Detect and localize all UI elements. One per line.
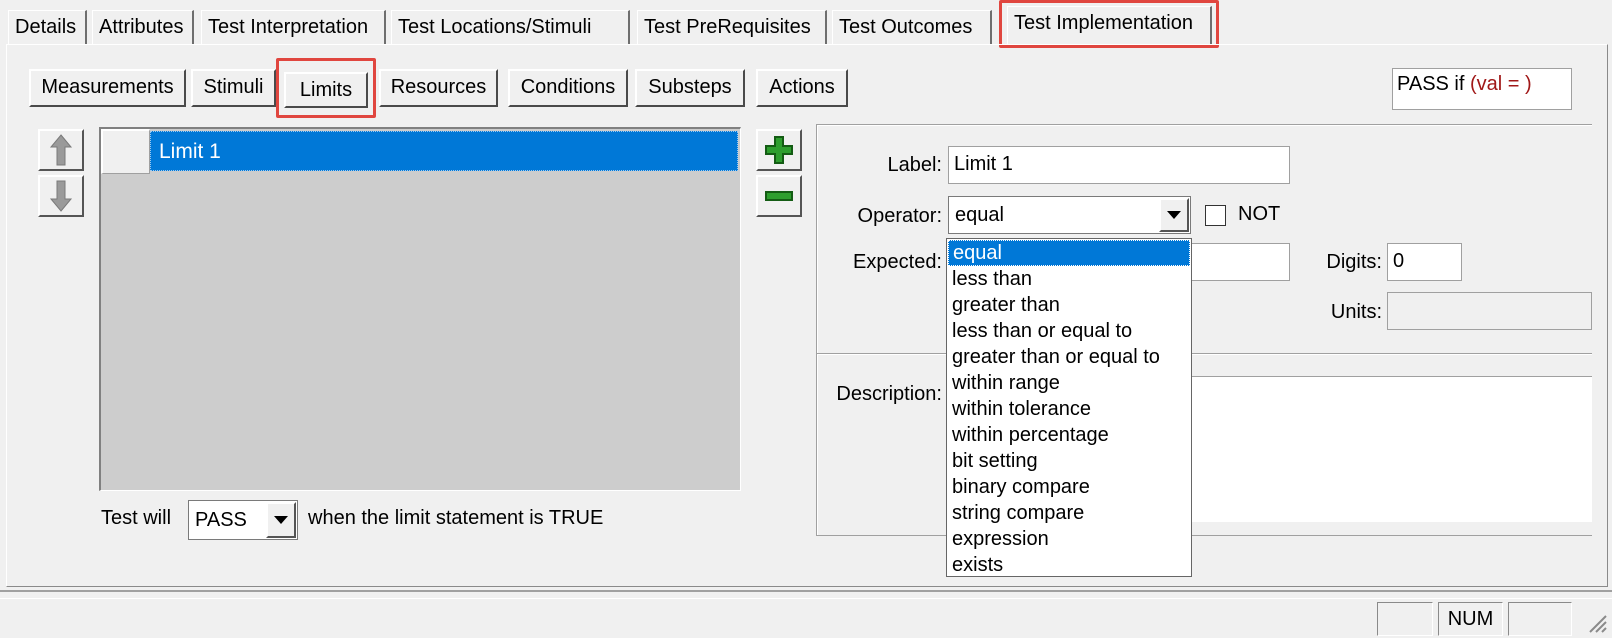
tab-test-locations-stimuli[interactable]: Test Locations/Stimuli bbox=[391, 10, 630, 44]
operator-option-string-compare[interactable]: string compare bbox=[948, 500, 1190, 526]
operator-dropdown-list[interactable]: equal less than greater than less than o… bbox=[946, 238, 1192, 577]
resize-grip-icon[interactable] bbox=[1586, 612, 1608, 634]
tab-details[interactable]: Details bbox=[8, 10, 87, 44]
label-input[interactable]: Limit 1 bbox=[948, 146, 1290, 184]
tab-label: Test Interpretation bbox=[208, 16, 369, 38]
pass-summary-prefix: PASS if bbox=[1397, 73, 1470, 95]
num-lock-indicator: NUM bbox=[1447, 608, 1494, 630]
pass-condition-summary: PASS if (val = ) bbox=[1392, 68, 1572, 110]
subtab-stimuli[interactable]: Stimuli bbox=[191, 69, 276, 107]
tab-test-outcomes[interactable]: Test Outcomes bbox=[832, 10, 992, 44]
remove-limit-button[interactable] bbox=[756, 175, 802, 217]
highlight-tab-test-implementation bbox=[999, 0, 1219, 48]
minus-icon bbox=[765, 191, 793, 201]
subtab-label: Substeps bbox=[648, 76, 732, 98]
subtab-label: Stimuli bbox=[203, 76, 264, 98]
subtab-conditions[interactable]: Conditions bbox=[508, 69, 628, 107]
tab-test-interpretation[interactable]: Test Interpretation bbox=[201, 10, 386, 44]
chevron-down-icon bbox=[274, 516, 288, 524]
expected-field-label: Expected: bbox=[853, 251, 942, 273]
operator-select[interactable]: equal bbox=[948, 196, 1191, 234]
limit-item-label: Limit 1 bbox=[159, 140, 221, 163]
operator-option-exists[interactable]: exists bbox=[948, 552, 1190, 578]
units-input[interactable] bbox=[1387, 292, 1592, 330]
highlight-subtab-limits bbox=[276, 58, 376, 118]
operator-option-binary-compare[interactable]: binary compare bbox=[948, 474, 1190, 500]
digits-field-label: Digits: bbox=[1326, 251, 1382, 273]
operator-field-label: Operator: bbox=[857, 205, 942, 227]
subtab-label: Resources bbox=[390, 76, 487, 98]
operator-option-greater-than[interactable]: greater than bbox=[948, 292, 1190, 318]
plus-icon bbox=[765, 136, 793, 164]
pass-summary-expression: (val = ) bbox=[1470, 73, 1532, 95]
pass-fail-dropdown-button[interactable] bbox=[266, 502, 296, 538]
description-field-label: Description: bbox=[836, 383, 942, 405]
move-up-button[interactable] bbox=[38, 129, 84, 171]
arrow-down-icon bbox=[49, 180, 73, 212]
operator-option-greater-than-or-equal-to[interactable]: greater than or equal to bbox=[948, 344, 1190, 370]
operator-option-less-than-or-equal-to[interactable]: less than or equal to bbox=[948, 318, 1190, 344]
tab-label: Test Outcomes bbox=[839, 16, 973, 38]
not-checkbox[interactable] bbox=[1205, 205, 1226, 226]
subtab-label: Conditions bbox=[520, 76, 616, 98]
subtab-label: Measurements bbox=[41, 76, 174, 98]
subtab-substeps[interactable]: Substeps bbox=[635, 69, 745, 107]
tab-test-prerequisites[interactable]: Test PreRequisites bbox=[637, 10, 827, 44]
tab-label: Details bbox=[15, 16, 77, 38]
subtab-resources[interactable]: Resources bbox=[379, 69, 498, 107]
status-cell-scroll bbox=[1508, 602, 1572, 636]
status-separator bbox=[0, 590, 1612, 592]
arrow-up-icon bbox=[49, 134, 73, 166]
status-cell-caps bbox=[1377, 602, 1433, 636]
limits-list[interactable] bbox=[99, 127, 741, 491]
row-header-cell[interactable] bbox=[101, 129, 150, 174]
operator-option-within-range[interactable]: within range bbox=[948, 370, 1190, 396]
digits-input[interactable]: 0 bbox=[1387, 243, 1462, 281]
subtab-actions[interactable]: Actions bbox=[756, 69, 848, 107]
pass-fail-value: PASS bbox=[195, 509, 247, 531]
operator-option-expression[interactable]: expression bbox=[948, 526, 1190, 552]
add-limit-button[interactable] bbox=[756, 129, 802, 171]
operator-option-less-than[interactable]: less than bbox=[948, 266, 1190, 292]
chevron-down-icon bbox=[1167, 211, 1181, 219]
operator-dropdown-button[interactable] bbox=[1159, 198, 1189, 232]
status-cell-num: NUM bbox=[1438, 602, 1503, 636]
operator-value: equal bbox=[955, 204, 1004, 226]
test-will-label: Test will bbox=[101, 507, 172, 529]
operator-option-bit-setting[interactable]: bit setting bbox=[948, 448, 1190, 474]
move-down-button[interactable] bbox=[38, 175, 84, 217]
subtab-measurements[interactable]: Measurements bbox=[29, 69, 186, 107]
label-field-label: Label: bbox=[887, 154, 943, 176]
operator-option-within-tolerance[interactable]: within tolerance bbox=[948, 396, 1190, 422]
limit-list-item[interactable]: Limit 1 bbox=[150, 131, 738, 171]
tab-label: Attributes bbox=[99, 16, 184, 38]
not-label: NOT bbox=[1238, 203, 1281, 225]
operator-option-equal[interactable]: equal bbox=[948, 240, 1190, 266]
operator-option-within-percentage[interactable]: within percentage bbox=[948, 422, 1190, 448]
expected-input[interactable] bbox=[1180, 243, 1290, 281]
tab-label: Test PreRequisites bbox=[644, 16, 811, 38]
when-limit-true-label: when the limit statement is TRUE bbox=[308, 507, 604, 529]
status-bar bbox=[0, 598, 1612, 638]
top-tab-strip: Details Attributes Test Interpretation T… bbox=[0, 0, 1612, 46]
pass-fail-select[interactable]: PASS bbox=[188, 500, 298, 540]
tab-label: Test Locations/Stimuli bbox=[398, 16, 592, 38]
units-field-label: Units: bbox=[1330, 301, 1382, 323]
subtab-label: Actions bbox=[769, 76, 835, 98]
tab-attributes[interactable]: Attributes bbox=[92, 10, 194, 44]
